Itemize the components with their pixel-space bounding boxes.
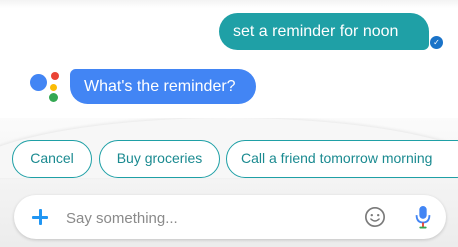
assistant-message-text: What's the reminder? xyxy=(84,78,236,95)
composer-bar xyxy=(14,195,446,241)
logo-red-dot xyxy=(51,72,59,80)
sent-check-icon: ✓ xyxy=(429,35,444,50)
user-message-bubble: set a reminder for noon xyxy=(219,13,429,50)
logo-blue-dot xyxy=(30,74,47,91)
assistant-message-bubble: What's the reminder? xyxy=(70,69,256,104)
plus-icon[interactable] xyxy=(30,207,50,227)
suggestion-chip-cancel[interactable]: Cancel xyxy=(12,140,92,178)
say-something-input[interactable] xyxy=(64,195,348,241)
mic-icon[interactable] xyxy=(412,204,434,230)
google-assistant-logo-icon xyxy=(30,70,68,104)
suggestion-chip-call-friend[interactable]: Call a friend tomorrow morning xyxy=(226,140,458,178)
emoji-icon[interactable] xyxy=(364,206,386,228)
logo-yellow-dot xyxy=(50,84,57,91)
chat-screen: set a reminder for noon ✓ What's the rem… xyxy=(0,0,458,247)
logo-green-dot xyxy=(49,93,58,102)
suggestion-chip-buy-groceries[interactable]: Buy groceries xyxy=(99,140,220,178)
top-fade xyxy=(0,0,458,8)
user-message-text: set a reminder for noon xyxy=(233,23,399,40)
